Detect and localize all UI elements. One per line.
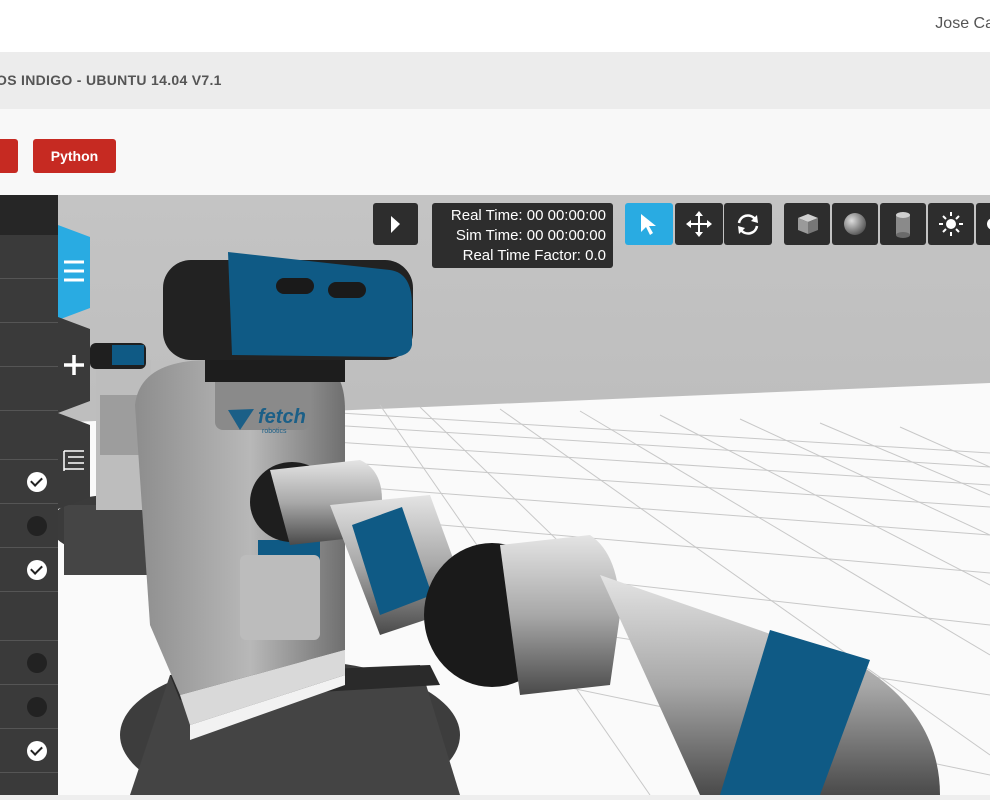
visibility-toggle-off[interactable] <box>27 653 47 673</box>
gazebo-viewport[interactable]: fetch robotics Real Time: 00 00:00:00 Si… <box>0 195 990 795</box>
bottom-strip <box>0 795 990 800</box>
translate-icon <box>686 211 712 237</box>
select-arrow-icon <box>641 214 656 235</box>
tree-tab[interactable] <box>58 413 90 509</box>
title-bar: OS INDIGO - UBUNTU 14.04 V7.1 <box>0 52 990 109</box>
insert-light-button[interactable] <box>928 203 974 245</box>
panel-row[interactable] <box>0 685 58 729</box>
insert-sphere-button[interactable] <box>832 203 878 245</box>
insert-cylinder-button[interactable] <box>880 203 926 245</box>
real-time-text: Real Time: 00 00:00:00 <box>450 207 606 224</box>
python-button[interactable]: Python <box>33 139 116 173</box>
real-time-factor-text: Real Time Factor: 0.0 <box>462 247 606 264</box>
sim-time-text: Sim Time: 00 00:00:00 <box>455 227 606 244</box>
button-bar: Python <box>0 109 990 195</box>
translate-mode-button[interactable] <box>675 203 723 245</box>
visibility-toggle-on[interactable] <box>27 472 47 492</box>
menu-tab[interactable] <box>58 225 90 320</box>
panel-row[interactable] <box>0 641 58 685</box>
sun-light-icon <box>939 212 963 236</box>
select-mode-button[interactable] <box>625 203 673 245</box>
visibility-toggle-off[interactable] <box>27 516 47 536</box>
panel-row[interactable] <box>0 411 58 460</box>
play-button[interactable] <box>373 203 418 245</box>
environment-title: OS INDIGO - UBUNTU 14.04 V7.1 <box>0 72 222 88</box>
sphere-icon <box>844 213 866 235</box>
sim-clock-panel: Real Time: 00 00:00:00 Sim Time: 00 00:0… <box>432 203 613 268</box>
panel-row[interactable] <box>0 504 58 548</box>
panel-row[interactable] <box>0 323 58 367</box>
play-icon <box>391 216 400 233</box>
panel-row[interactable] <box>0 460 58 504</box>
top-bar: Jose Ca <box>0 0 990 52</box>
light-icon-partial <box>987 218 990 230</box>
insert-extra-button[interactable] <box>976 203 990 245</box>
fetch-logo-subtext: robotics <box>262 428 287 435</box>
cylinder-icon <box>896 212 910 238</box>
partial-red-button[interactable] <box>0 139 18 173</box>
fetch-logo-text: fetch <box>258 406 306 428</box>
panel-row[interactable] <box>0 592 58 641</box>
side-panel <box>0 195 58 795</box>
rotate-mode-button[interactable] <box>724 203 772 245</box>
user-name[interactable]: Jose Ca <box>935 15 990 33</box>
side-panel-header <box>0 195 58 235</box>
rotate-icon <box>737 214 759 235</box>
panel-row[interactable] <box>0 279 58 323</box>
box-icon <box>798 214 818 234</box>
insert-box-button[interactable] <box>784 203 830 245</box>
visibility-toggle-off[interactable] <box>27 697 47 717</box>
visibility-toggle-on[interactable] <box>27 560 47 580</box>
scene-3d: fetch robotics <box>0 195 990 795</box>
insert-tab[interactable] <box>58 317 90 413</box>
panel-row[interactable] <box>0 367 58 411</box>
panel-row[interactable] <box>0 548 58 592</box>
panel-row[interactable] <box>0 235 58 279</box>
visibility-toggle-on[interactable] <box>27 741 47 761</box>
panel-row[interactable] <box>0 729 58 773</box>
